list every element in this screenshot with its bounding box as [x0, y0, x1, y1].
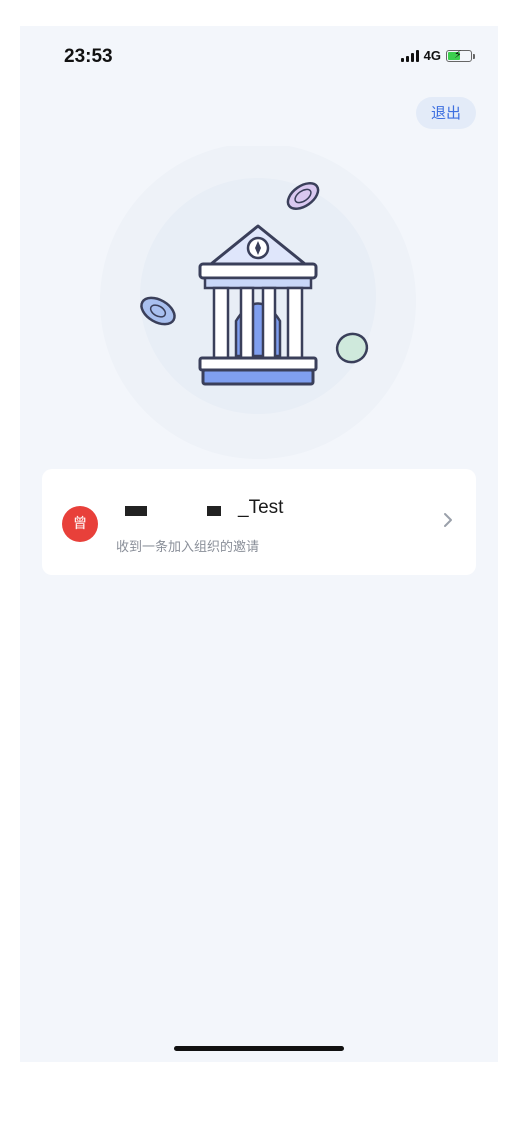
- status-bar: 23:53 4G ⚡: [20, 26, 498, 88]
- redacted-text: [125, 506, 147, 516]
- org-avatar: 曾: [62, 506, 98, 542]
- org-name: _Test: [238, 497, 284, 518]
- status-indicators: 4G ⚡: [400, 47, 475, 63]
- network-type: 4G: [423, 48, 441, 63]
- logout-button[interactable]: 退出: [416, 97, 476, 129]
- phone-screen: 23:53 4G ⚡ 退出 曾 _Test 收到一条加入组织的邀请: [20, 26, 498, 1062]
- org-invitation-card[interactable]: 曾 _Test 收到一条加入组织的邀请: [42, 469, 476, 575]
- chevron-right-icon: [444, 513, 452, 527]
- bank-building-icon: [100, 146, 416, 459]
- signal-icon: [400, 49, 419, 62]
- redacted-text: [207, 506, 221, 516]
- charging-bolt-icon: ⚡: [454, 47, 462, 61]
- invitation-subtitle: 收到一条加入组织的邀请: [116, 540, 260, 555]
- status-time: 23:53: [64, 46, 113, 67]
- home-indicator[interactable]: [174, 1046, 344, 1051]
- battery-icon: ⚡: [446, 47, 475, 62]
